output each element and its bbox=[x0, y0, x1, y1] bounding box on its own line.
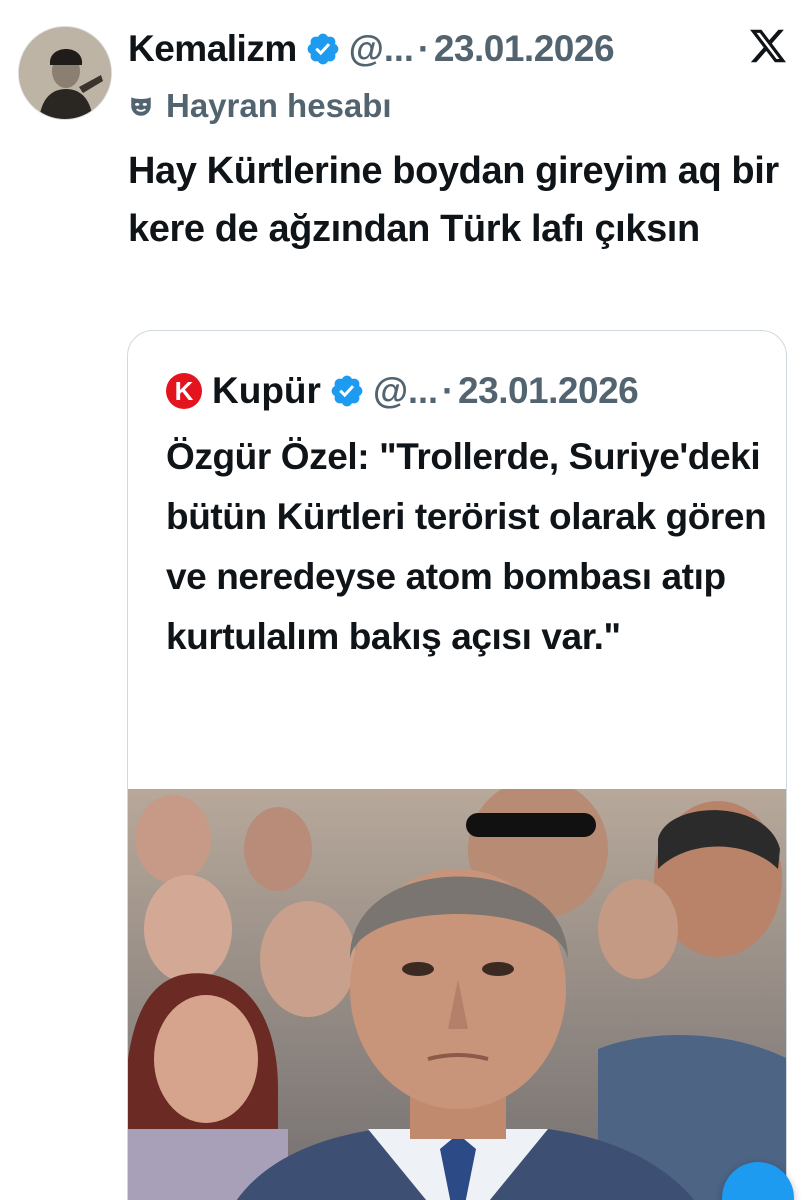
fan-account-label-row: Hayran hesabı bbox=[128, 84, 392, 128]
tweet-date[interactable]: 23.01.2026 bbox=[434, 28, 615, 70]
author-name[interactable]: Kemalizm bbox=[128, 28, 297, 70]
quoted-tweet-text: Özgür Özel: "Trollerde, Suriye'deki bütü… bbox=[166, 436, 767, 657]
mask-icon bbox=[131, 97, 151, 116]
quoted-author-handle[interactable]: @... bbox=[373, 370, 438, 412]
quoted-tweet-date[interactable]: 23.01.2026 bbox=[458, 370, 639, 412]
author-handle[interactable]: @... bbox=[349, 28, 414, 70]
quoted-author-name[interactable]: Kupür bbox=[212, 370, 321, 412]
x-logo-icon[interactable] bbox=[748, 26, 788, 66]
fan-account-label: Hayran hesabı bbox=[166, 87, 392, 124]
verified-badge-icon bbox=[307, 33, 339, 65]
avatar[interactable] bbox=[18, 26, 112, 120]
photo-illustration bbox=[128, 789, 786, 1200]
verified-badge-icon bbox=[331, 375, 363, 407]
tweet-text: Hay Kürtlerine boydan gireyim aq bir ker… bbox=[128, 150, 779, 250]
tweet: Kemalizm @... · 23.01.2026 Hayran hesabı… bbox=[0, 0, 805, 1200]
separator: · bbox=[417, 28, 430, 69]
quoted-tweet-photo[interactable] bbox=[128, 789, 786, 1200]
kupur-logo-icon: K bbox=[166, 373, 202, 409]
quoted-tweet-header: K Kupür @... · 23.01.2026 bbox=[166, 367, 639, 415]
quoted-tweet[interactable]: K Kupür @... · 23.01.2026 Özgür Özel: "T… bbox=[127, 330, 787, 1200]
tweet-header: Kemalizm @... · 23.01.2026 bbox=[128, 24, 615, 74]
separator: · bbox=[442, 370, 455, 411]
